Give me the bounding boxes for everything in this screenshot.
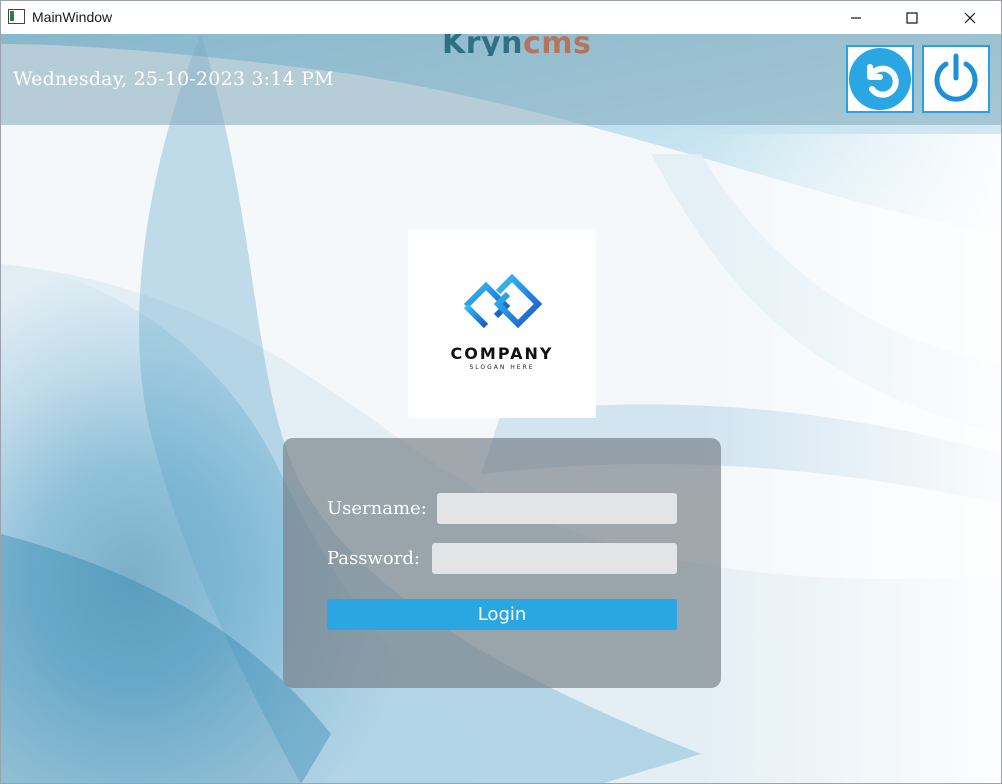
login-button[interactable]: Login [327, 599, 677, 630]
datetime-label: Wednesday, 25-10-2023 3:14 PM [13, 68, 334, 90]
password-label: Password: [327, 548, 420, 569]
power-button[interactable] [922, 45, 990, 113]
maximize-icon [906, 11, 918, 24]
close-icon [964, 12, 976, 23]
company-slogan: SLOGAN HERE [469, 364, 535, 371]
company-logo: COMPANY SLOGAN HERE [408, 230, 596, 418]
refresh-icon [849, 48, 911, 110]
close-button[interactable] [947, 1, 993, 34]
main-content: Kryncms Wednesday, 25-10-2023 3:14 PM CO… [1, 34, 1001, 783]
minimize-button[interactable] [833, 1, 879, 34]
header-band: Kryncms Wednesday, 25-10-2023 3:14 PM [1, 34, 1001, 125]
company-logo-icon [463, 273, 543, 329]
minimize-icon [851, 16, 861, 19]
username-label: Username: [327, 498, 427, 519]
maximize-button[interactable] [889, 1, 935, 34]
window-title: MainWindow [32, 9, 113, 25]
company-name: COMPANY [450, 344, 554, 363]
main-window: MainWindow Kryncms Wednesday, 25-10-2023… [0, 0, 1002, 784]
brand-logo: Kryncms [442, 34, 592, 56]
username-field[interactable] [437, 493, 677, 524]
app-icon [8, 9, 25, 24]
power-icon [934, 53, 978, 102]
refresh-button[interactable] [846, 45, 914, 113]
login-panel: Username: Password: Login [283, 438, 721, 688]
password-field[interactable] [432, 543, 677, 574]
title-bar: MainWindow [1, 1, 1001, 34]
